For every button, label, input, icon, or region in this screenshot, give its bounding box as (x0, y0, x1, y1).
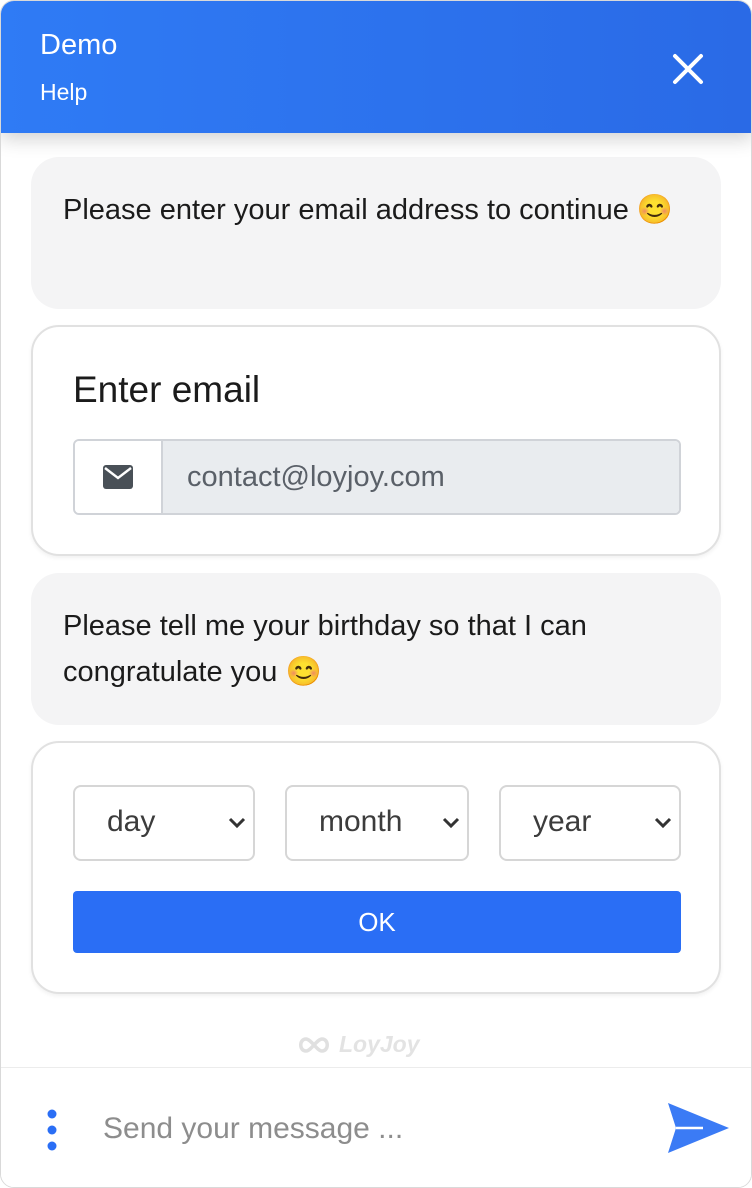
birthday-form-card: day month year OK (31, 741, 721, 994)
year-select[interactable]: year (499, 785, 681, 861)
message-input[interactable] (93, 1098, 645, 1160)
year-select-label: year (533, 805, 592, 838)
ok-button[interactable]: OK (73, 891, 681, 953)
chat-widget: Demo Help Please enter your email addres… (0, 0, 752, 1188)
bot-message-birthday: Please tell me your birthday so that I c… (31, 573, 721, 725)
email-field[interactable] (163, 441, 679, 513)
message-composer (1, 1067, 751, 1187)
send-button[interactable] (663, 1098, 733, 1158)
infinity-icon (299, 1036, 329, 1053)
day-select[interactable]: day (73, 785, 255, 861)
bot-message-email: Please enter your email address to conti… (31, 157, 721, 309)
email-form-card: Enter email (31, 325, 721, 556)
chat-subtitle: Help (40, 79, 88, 105)
envelope-icon (103, 465, 133, 489)
more-options-button[interactable] (41, 1108, 63, 1152)
close-button[interactable] (665, 46, 711, 92)
vertical-dots-icon (47, 1109, 57, 1151)
email-input-group (73, 439, 681, 515)
day-select-label: day (107, 805, 156, 838)
email-prefix (75, 441, 163, 513)
month-select-label: month (319, 805, 403, 838)
close-icon (673, 54, 703, 84)
chat-header: Demo Help (1, 1, 751, 133)
brand-logo: LoyJoy (297, 1031, 420, 1058)
chevron-down-icon (228, 817, 246, 829)
chevron-down-icon (654, 817, 672, 829)
month-select[interactable]: month (285, 785, 469, 861)
send-icon (668, 1103, 729, 1153)
chat-title: Demo (40, 29, 118, 61)
chevron-down-icon (442, 817, 460, 829)
brand-name: LoyJoy (339, 1031, 420, 1057)
email-form-title: Enter email (73, 369, 261, 410)
